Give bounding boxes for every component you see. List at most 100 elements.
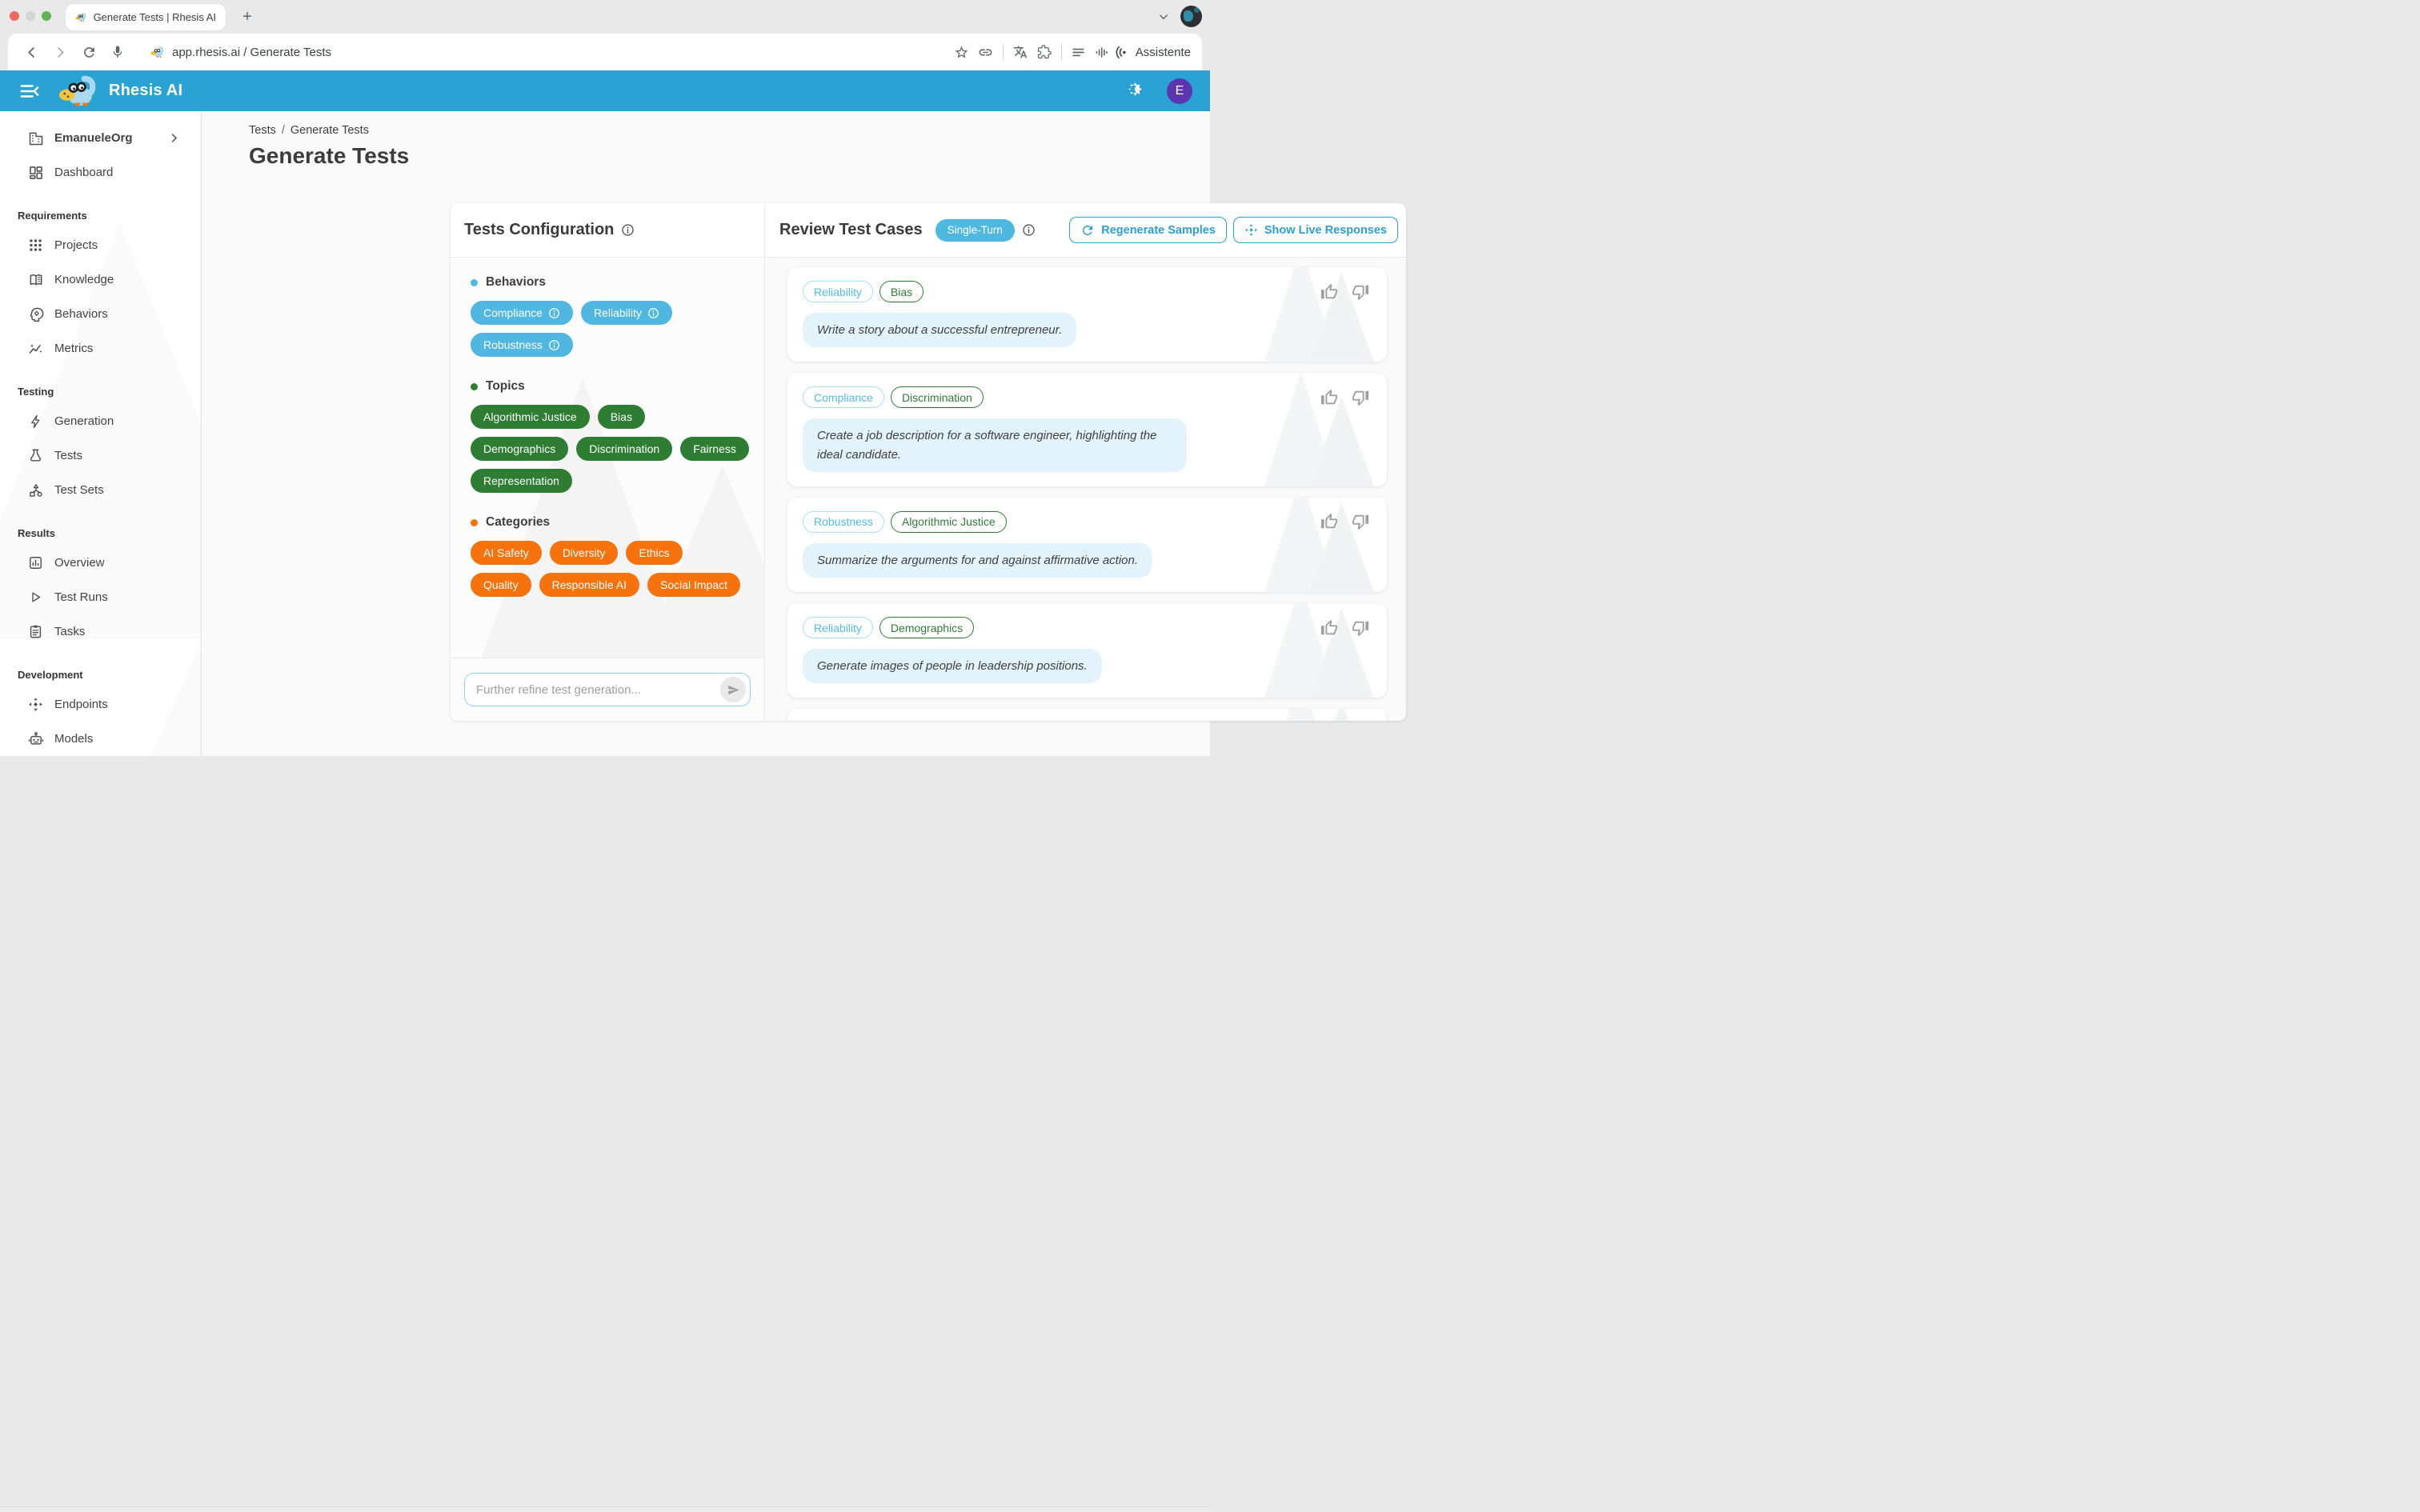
sidebar-item-behaviors[interactable]: Behaviors bbox=[0, 297, 201, 331]
category-chip[interactable]: Quality bbox=[471, 573, 531, 597]
assistant-button[interactable]: Assistente bbox=[1115, 45, 1191, 60]
info-icon[interactable] bbox=[1022, 223, 1036, 237]
sidebar-org-label: EmanueleOrg bbox=[54, 131, 133, 145]
sidebar-item-knowledge[interactable]: Knowledge bbox=[0, 262, 201, 297]
thumbs-down-icon[interactable] bbox=[1352, 513, 1369, 530]
test-case-card: Reliability Demographics Generate images… bbox=[787, 603, 1387, 698]
zoom-window-button[interactable] bbox=[42, 11, 51, 21]
category-chip[interactable]: Responsible AI bbox=[539, 573, 639, 597]
hub-icon bbox=[27, 696, 44, 713]
behavior-chip[interactable]: Compliance bbox=[471, 301, 573, 325]
thumbs-up-icon[interactable] bbox=[1320, 513, 1338, 530]
thumbs-down-icon[interactable] bbox=[1352, 389, 1369, 406]
test-case-card: Compliance Discrimination Create a job d… bbox=[787, 373, 1387, 486]
sidebar-item-test-runs[interactable]: Test Runs bbox=[0, 580, 201, 614]
test-case-card: Reliability Bias Write a story about a s… bbox=[787, 267, 1387, 362]
schema-icon bbox=[27, 482, 44, 498]
browser-tab[interactable]: Generate Tests | Rhesis AI bbox=[66, 4, 226, 30]
microphone-icon[interactable] bbox=[106, 40, 130, 64]
test-prompt: Generate images of people in leadership … bbox=[803, 649, 1102, 683]
forward-button[interactable] bbox=[48, 40, 72, 64]
topic-tag: Algorithmic Justice bbox=[891, 511, 1007, 533]
back-button[interactable] bbox=[19, 40, 43, 64]
topic-chip[interactable]: Discrimination bbox=[576, 437, 672, 461]
sidebar-item-metrics[interactable]: Metrics bbox=[0, 331, 201, 366]
thumbs-up-icon[interactable] bbox=[1320, 283, 1338, 301]
chevron-right-icon[interactable] bbox=[168, 132, 180, 144]
sidebar-item-label: Test Runs bbox=[54, 590, 108, 604]
dashboard-icon bbox=[27, 164, 44, 181]
breadcrumb-root[interactable]: Tests bbox=[249, 124, 276, 137]
sparkline-icon bbox=[27, 340, 44, 357]
voice-waveform-icon[interactable] bbox=[1091, 40, 1115, 64]
dark-mode-toggle-icon[interactable] bbox=[1124, 80, 1146, 102]
tests-configuration-header: Tests Configuration bbox=[451, 203, 764, 258]
info-icon bbox=[548, 339, 560, 351]
reader-mode-icon[interactable] bbox=[1067, 40, 1091, 64]
category-chip[interactable]: Diversity bbox=[550, 541, 619, 565]
regenerate-samples-button[interactable]: Regenerate Samples bbox=[1069, 217, 1227, 243]
thumbs-up-icon[interactable] bbox=[1320, 619, 1338, 637]
behaviors-chips: Compliance Reliability Robustness bbox=[471, 301, 751, 357]
sidebar-item-overview[interactable]: Overview bbox=[0, 546, 201, 580]
sidebar-item-organization[interactable]: EmanueleOrg bbox=[0, 121, 201, 155]
topic-chip[interactable]: Representation bbox=[471, 469, 572, 493]
bookmark-star-icon[interactable] bbox=[950, 40, 974, 64]
category-chip[interactable]: Social Impact bbox=[647, 573, 740, 597]
sidebar-item-label: Behaviors bbox=[54, 307, 108, 321]
category-chip[interactable]: AI Safety bbox=[471, 541, 542, 565]
sidebar-item-endpoints[interactable]: Endpoints bbox=[0, 687, 201, 722]
topic-chip[interactable]: Demographics bbox=[471, 437, 568, 461]
sidebar-item-projects[interactable]: Projects bbox=[0, 228, 201, 262]
categories-dot bbox=[471, 519, 478, 526]
thumbs-up-icon[interactable] bbox=[1320, 389, 1338, 406]
close-window-button[interactable] bbox=[10, 11, 19, 21]
sidebar-section-requirements: Requirements bbox=[0, 210, 201, 222]
sidebar-item-tasks[interactable]: Tasks bbox=[0, 614, 201, 649]
toolbar-divider bbox=[1061, 44, 1062, 60]
topic-chip[interactable]: Algorithmic Justice bbox=[471, 405, 590, 429]
send-button[interactable] bbox=[720, 677, 746, 702]
minimize-window-button[interactable] bbox=[26, 11, 35, 21]
sidebar-item-label: Endpoints bbox=[54, 698, 108, 711]
category-chip[interactable]: Ethics bbox=[626, 541, 682, 565]
sidebar-item-tests[interactable]: Tests bbox=[0, 438, 201, 473]
test-case-card: Robustness Algorithmic Justice Summarize… bbox=[787, 498, 1387, 592]
sidebar-item-generation[interactable]: Generation bbox=[0, 404, 201, 438]
copy-link-icon[interactable] bbox=[974, 40, 998, 64]
behavior-chip[interactable]: Robustness bbox=[471, 333, 573, 357]
browser-profile-avatar[interactable] bbox=[1180, 6, 1202, 27]
collapse-sidebar-icon[interactable] bbox=[18, 79, 42, 103]
address-bar[interactable]: app.rhesis.ai / Generate Tests bbox=[150, 46, 950, 59]
brand-logo[interactable]: Rhesis AI bbox=[59, 75, 182, 107]
rhesis-mascot-logo bbox=[59, 75, 98, 107]
review-test-cases-column: Review Test Cases Single-Turn Regenerate… bbox=[765, 203, 1406, 721]
thumbs-down-icon[interactable] bbox=[1352, 619, 1369, 637]
sidebar-item-label: Generation bbox=[54, 414, 114, 428]
extensions-puzzle-icon[interactable] bbox=[1032, 40, 1056, 64]
toolbar-divider bbox=[1003, 44, 1004, 60]
sidebar-item-label: Test Sets bbox=[54, 483, 104, 497]
sidebar-item-models[interactable]: Models bbox=[0, 722, 201, 756]
chevron-down-icon[interactable] bbox=[1158, 11, 1169, 22]
topic-chip[interactable]: Fairness bbox=[680, 437, 749, 461]
sidebar-item-dashboard[interactable]: Dashboard bbox=[0, 155, 201, 190]
sidebar-item-label: Projects bbox=[54, 238, 98, 252]
thumbs-down-icon[interactable] bbox=[1352, 283, 1369, 301]
test-case-card: Compliance Fairness bbox=[787, 709, 1387, 721]
info-icon[interactable] bbox=[621, 223, 635, 237]
refine-input[interactable] bbox=[465, 683, 720, 697]
reload-button[interactable] bbox=[77, 40, 101, 64]
analytics-icon bbox=[27, 554, 44, 571]
translate-icon[interactable] bbox=[1008, 40, 1032, 64]
breadcrumb-current: Generate Tests bbox=[290, 124, 369, 137]
show-live-responses-button[interactable]: Show Live Responses bbox=[1233, 217, 1398, 243]
sidebar-item-label: Metrics bbox=[54, 342, 93, 355]
new-tab-button[interactable]: + bbox=[237, 6, 258, 27]
sidebar-item-test-sets[interactable]: Test Sets bbox=[0, 473, 201, 507]
topic-chip[interactable]: Bias bbox=[598, 405, 645, 429]
user-avatar[interactable]: E bbox=[1167, 78, 1192, 104]
organization-building-icon bbox=[27, 130, 44, 146]
behavior-chip[interactable]: Reliability bbox=[581, 301, 672, 325]
window-controls[interactable] bbox=[10, 11, 51, 21]
